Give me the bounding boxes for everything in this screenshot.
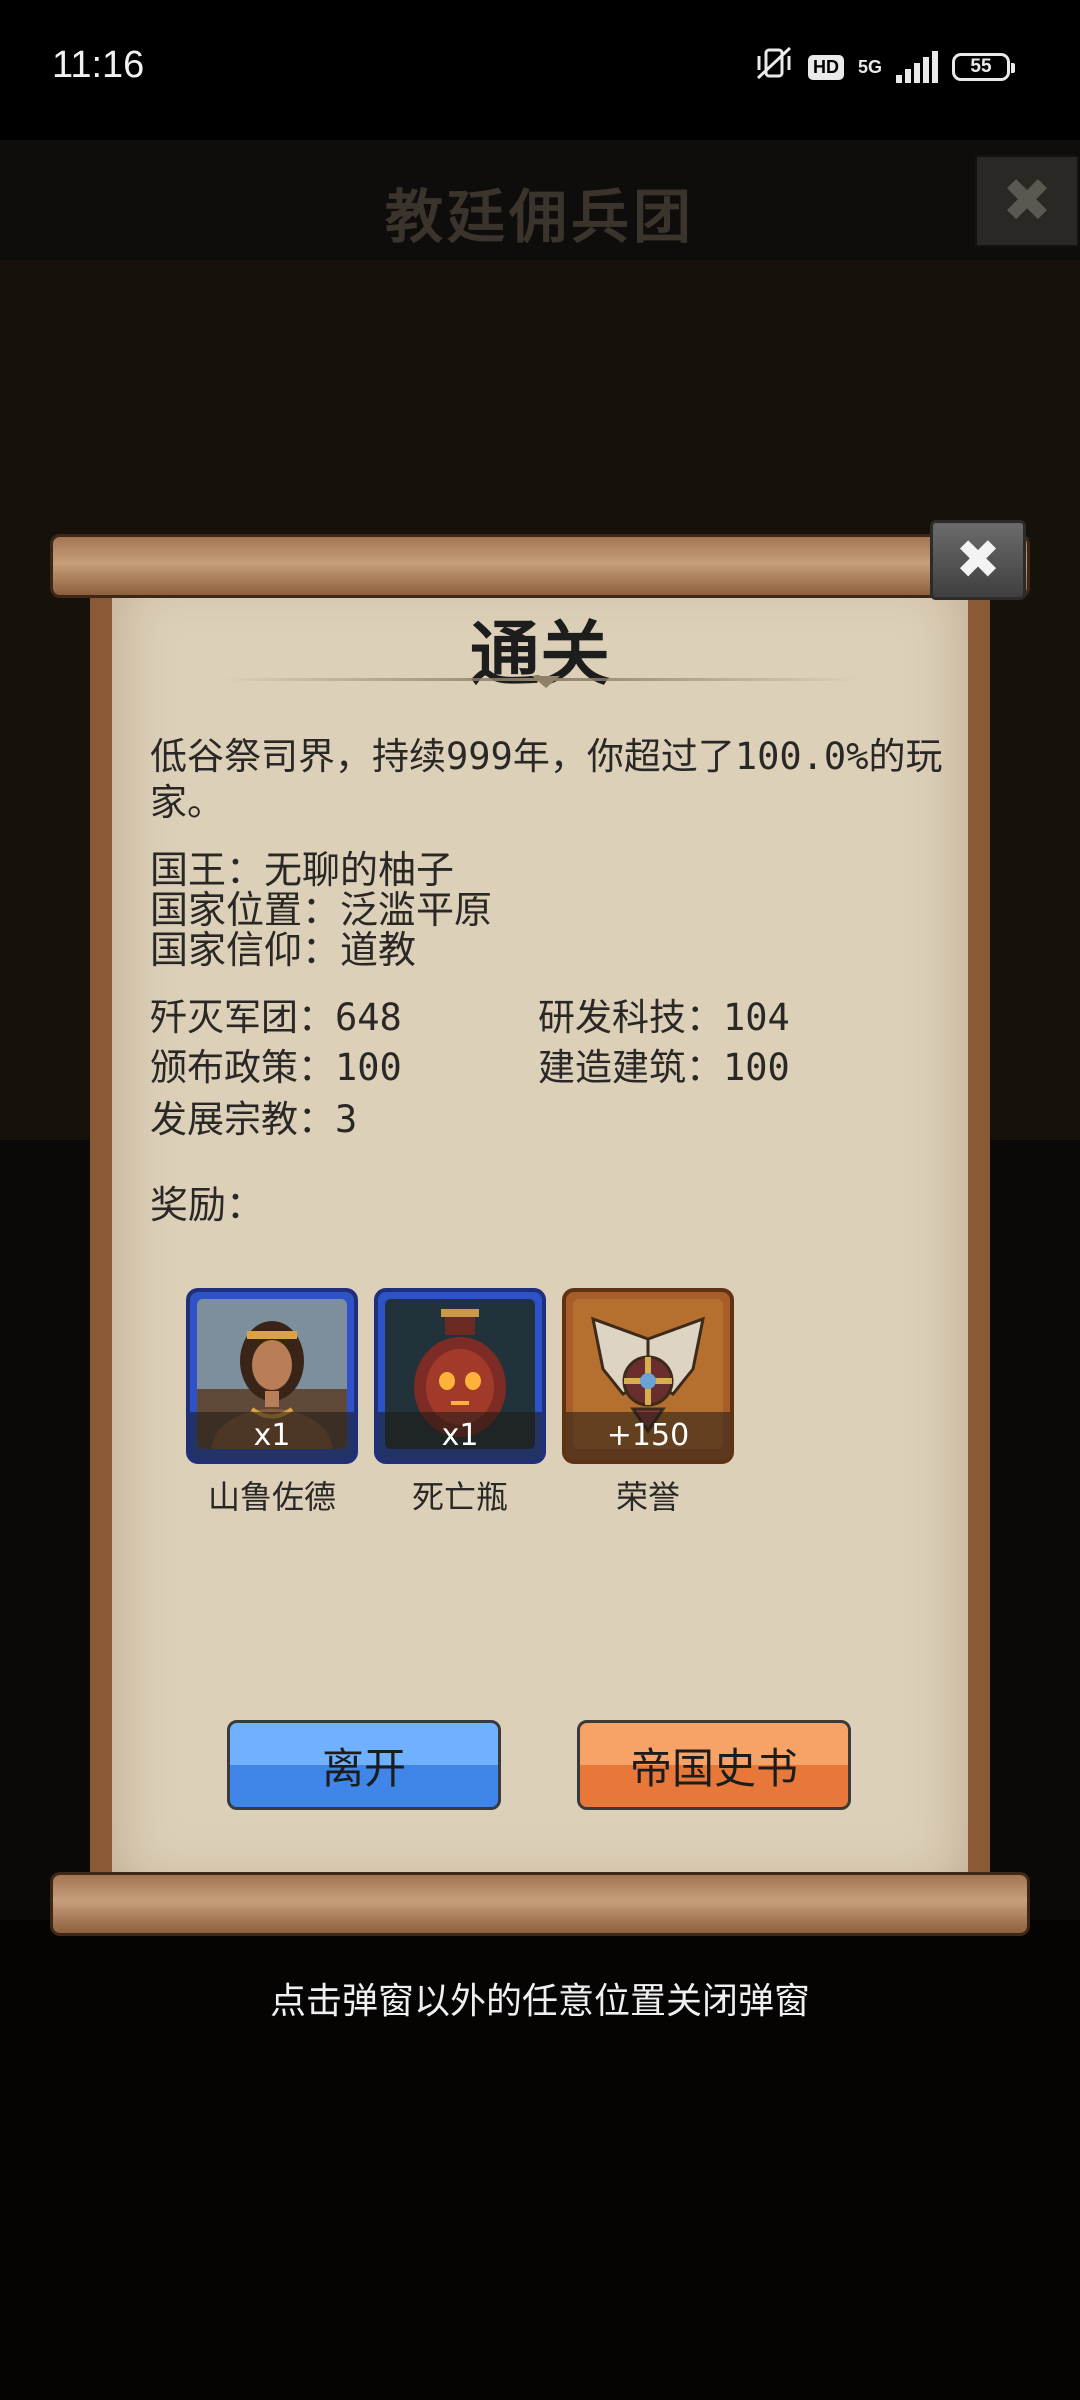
reward-item[interactable]: +150 荣誉	[562, 1288, 734, 1518]
status-icons: HD 5G 55	[754, 46, 1015, 88]
leave-button[interactable]: 离开	[227, 1720, 501, 1810]
screen: 11:16 HD 5G 55 教廷佣兵团 ✖ ✖ 通关 低谷祭司界，持续999年…	[0, 0, 1080, 2400]
reward-card[interactable]: x1	[186, 1288, 358, 1464]
stat-armies-destroyed: 歼灭军团：648	[150, 996, 402, 1039]
scroll-top-rod	[50, 534, 1030, 598]
reward-count: x1	[190, 1412, 354, 1460]
title-divider-notch	[532, 676, 560, 688]
close-icon: ✖	[955, 528, 1001, 591]
rewards-label: 奖励：	[150, 1183, 265, 1227]
network-type-label: 5G	[857, 57, 882, 77]
status-bar: 11:16 HD 5G 55	[0, 0, 1080, 140]
close-button[interactable]: ✖	[930, 520, 1026, 600]
battery-icon: 55	[952, 53, 1015, 81]
stat-religions-developed: 发展宗教：3	[150, 1098, 358, 1141]
battery-level: 55	[970, 56, 992, 77]
reward-item[interactable]: x1 山鲁佐德	[186, 1288, 358, 1518]
close-hint-text: 点击弹窗以外的任意位置关闭弹窗	[269, 1981, 810, 2022]
king-line: 国王：无聊的柚子	[150, 848, 455, 892]
reward-name: 山鲁佐德	[207, 1478, 336, 1516]
background-close-icon: ✖	[975, 155, 1079, 247]
scroll-bottom-rod	[50, 1872, 1030, 1936]
muted-vibration-icon	[754, 46, 794, 88]
background-close-glyph: ✖	[1001, 166, 1053, 236]
signal-strength-icon	[896, 51, 938, 83]
hd-voice-badge: HD	[807, 54, 844, 80]
empire-history-button[interactable]: 帝国史书	[577, 1720, 851, 1810]
summary-text: 低谷祭司界，持续999年，你超过了100.0%的玩家。	[150, 735, 943, 824]
stat-buildings-built: 建造建筑：100	[538, 1046, 790, 1089]
status-time: 11:16	[52, 44, 145, 86]
reward-card[interactable]: +150	[562, 1288, 734, 1464]
reward-item[interactable]: x1 死亡瓶	[374, 1288, 546, 1518]
background-title: 教廷佣兵团	[384, 183, 695, 251]
stat-policies-issued: 颁布政策：100	[150, 1046, 402, 1089]
reward-name: 荣誉	[615, 1478, 680, 1516]
reward-card[interactable]: x1	[374, 1288, 546, 1464]
reward-name: 死亡瓶	[411, 1478, 508, 1516]
completion-popup: ✖ 通关 低谷祭司界，持续999年，你超过了100.0%的玩家。 国王：无聊的柚…	[50, 520, 1030, 1950]
religion-line: 国家信仰：道教	[150, 928, 417, 972]
reward-count: x1	[378, 1412, 542, 1460]
reward-count: +150	[566, 1412, 730, 1460]
location-line: 国家位置：泛滥平原	[150, 888, 493, 932]
stat-tech-researched: 研发科技：104	[538, 996, 790, 1039]
